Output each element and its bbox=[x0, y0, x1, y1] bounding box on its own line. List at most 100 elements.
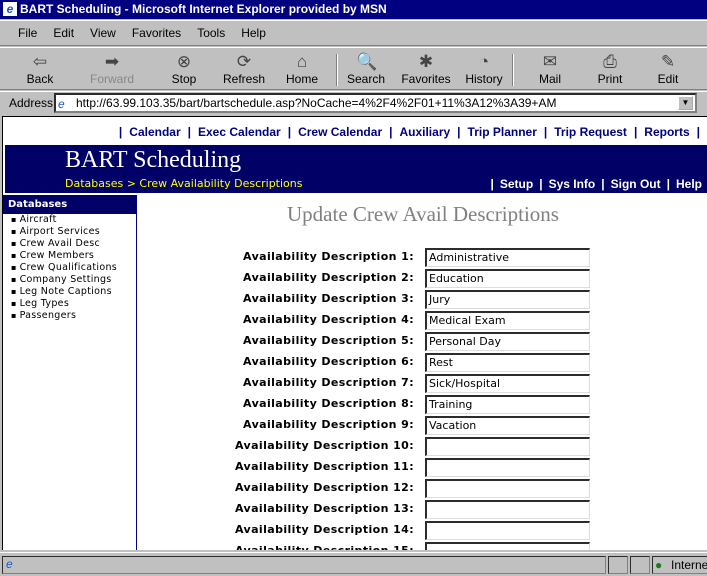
address-label: Address bbox=[9, 96, 54, 110]
mail-button[interactable]: ✉ Mail bbox=[524, 50, 576, 86]
field-label: Availability Description 12: bbox=[234, 481, 414, 494]
nav-divider: | bbox=[633, 125, 638, 139]
stop-icon: ⊗ bbox=[176, 52, 192, 71]
sidebar: Databases AircraftAirport ServicesCrew A… bbox=[3, 195, 137, 550]
nav-link-trip-planner[interactable]: Trip Planner bbox=[468, 125, 537, 139]
nav-divider: | bbox=[539, 177, 543, 191]
banner-link-sign-out[interactable]: Sign Out bbox=[611, 177, 661, 191]
sidebar-item-crew-avail-desc[interactable]: Crew Avail Desc bbox=[3, 238, 136, 250]
banner: BART Scheduling Databases > Crew Availab… bbox=[5, 145, 707, 193]
web-page: | Calendar | Exec Calendar | Crew Calendar | Au… bbox=[2, 116, 707, 550]
mail-label: Mail bbox=[538, 72, 561, 86]
availability-description-7-input[interactable]: Sick/Hospital bbox=[425, 374, 590, 393]
sidebar-item-crew-members[interactable]: Crew Members bbox=[3, 250, 136, 262]
nav-divider: | bbox=[601, 177, 605, 191]
availability-description-12-input[interactable] bbox=[425, 479, 590, 498]
sidebar-item-company-settings[interactable]: Company Settings bbox=[3, 274, 136, 286]
nav-divider: | bbox=[490, 177, 494, 191]
edit-button[interactable]: ✎ Edit bbox=[642, 50, 694, 86]
banner-link-help[interactable]: Help bbox=[676, 177, 702, 191]
security-zone: ● Internet bbox=[652, 556, 707, 574]
nav-link-auxiliary[interactable]: Auxiliary bbox=[399, 125, 450, 139]
form-row: Availability Description 9: Vacation bbox=[138, 415, 707, 436]
address-bar: Address e http://63.99.103.35/bart/barts… bbox=[0, 91, 707, 113]
menu-view[interactable]: View bbox=[90, 26, 116, 40]
back-label: Back bbox=[26, 72, 54, 86]
edit-icon: ✎ bbox=[660, 52, 676, 71]
sidebar-item-leg-types[interactable]: Leg Types bbox=[3, 298, 136, 310]
nav-link-trip-request[interactable]: Trip Request bbox=[554, 125, 627, 139]
back-button[interactable]: ⇦ Back bbox=[14, 50, 66, 86]
form-row: Availability Description 7: Sick/Hospital bbox=[138, 373, 707, 394]
sidebar-heading: Databases bbox=[3, 195, 136, 214]
availability-description-8-input[interactable]: Training bbox=[425, 395, 590, 414]
field-label: Availability Description 5: bbox=[243, 334, 414, 347]
form-row: Availability Description 10: bbox=[138, 436, 707, 457]
form-row: Availability Description 15: bbox=[138, 541, 707, 550]
availability-description-15-input[interactable] bbox=[425, 542, 590, 550]
address-input[interactable]: e http://63.99.103.35/bart/bartschedule.… bbox=[54, 93, 697, 113]
history-label: History bbox=[465, 72, 503, 86]
nav-link-exec-calendar[interactable]: Exec Calendar bbox=[198, 125, 281, 139]
menu-help[interactable]: Help bbox=[241, 26, 266, 40]
nav-link-reports[interactable]: Reports bbox=[644, 125, 689, 139]
status-text-pane: e bbox=[2, 556, 606, 574]
search-icon: 🔍 bbox=[356, 52, 378, 71]
sidebar-item-aircraft[interactable]: Aircraft bbox=[3, 214, 136, 226]
field-label: Availability Description 14: bbox=[234, 523, 414, 536]
stop-button[interactable]: ⊗ Stop bbox=[158, 50, 210, 86]
zone-label: Internet bbox=[671, 558, 707, 572]
search-button[interactable]: 🔍 Search bbox=[340, 50, 392, 86]
stop-label: Stop bbox=[171, 72, 197, 86]
favorites-button[interactable]: ✱ Favorites bbox=[400, 50, 452, 86]
form-row: Availability Description 4: Medical Exam bbox=[138, 310, 707, 331]
print-icon: ⎙ bbox=[603, 52, 617, 71]
field-label: Availability Description 8: bbox=[243, 397, 414, 410]
sidebar-item-leg-note-captions[interactable]: Leg Note Captions bbox=[3, 286, 136, 298]
globe-icon: ● bbox=[655, 558, 663, 572]
sidebar-item-airport-services[interactable]: Airport Services bbox=[3, 226, 136, 238]
home-label: Home bbox=[285, 72, 318, 86]
availability-description-4-input[interactable]: Medical Exam bbox=[425, 311, 590, 330]
app-title: BART Scheduling bbox=[65, 147, 242, 173]
nav-link-calendar[interactable]: Calendar bbox=[129, 125, 180, 139]
menu-bar: File Edit View Favorites Tools Help bbox=[0, 20, 707, 46]
menu-tools[interactable]: Tools bbox=[197, 26, 225, 40]
home-button[interactable]: ⌂ Home bbox=[276, 50, 328, 86]
ie-logo-icon: e bbox=[3, 2, 17, 16]
field-label: Availability Description 6: bbox=[243, 355, 414, 368]
banner-link-sys-info[interactable]: Sys Info bbox=[549, 177, 596, 191]
nav-divider: | bbox=[696, 125, 700, 139]
availability-description-11-input[interactable] bbox=[425, 458, 590, 477]
availability-description-2-input[interactable]: Education bbox=[425, 269, 590, 288]
availability-description-3-input[interactable]: Jury bbox=[425, 290, 590, 309]
field-label: Availability Description 4: bbox=[243, 313, 414, 326]
availability-description-5-input[interactable]: Personal Day bbox=[425, 332, 590, 351]
availability-description-6-input[interactable]: Rest bbox=[425, 353, 590, 372]
sidebar-item-passengers[interactable]: Passengers bbox=[3, 310, 136, 322]
home-icon: ⌂ bbox=[296, 52, 308, 71]
menu-edit[interactable]: Edit bbox=[53, 26, 74, 40]
sidebar-item-crew-qualifications[interactable]: Crew Qualifications bbox=[3, 262, 136, 274]
nav-link-crew-calendar[interactable]: Crew Calendar bbox=[298, 125, 382, 139]
availability-description-14-input[interactable] bbox=[425, 521, 590, 540]
forward-label: Forward bbox=[89, 72, 134, 86]
menu-favorites[interactable]: Favorites bbox=[132, 26, 181, 40]
availability-description-10-input[interactable] bbox=[425, 437, 590, 456]
menu-file[interactable]: File bbox=[18, 26, 37, 40]
banner-link-setup[interactable]: Setup bbox=[500, 177, 533, 191]
availability-description-13-input[interactable] bbox=[425, 500, 590, 519]
history-button[interactable]: ◔ History bbox=[458, 50, 510, 86]
top-nav: | Calendar | Exec Calendar | Crew Calendar | Au… bbox=[112, 125, 707, 139]
refresh-button[interactable]: ⟳ Refresh bbox=[218, 50, 270, 86]
toolbar: ⇦ Back ➡ Forward ⊗ Stop ⟳ Refresh ⌂ Home 🔍 Search ✱ F… bbox=[0, 47, 707, 90]
form-row: Availability Description 5: Personal Day bbox=[138, 331, 707, 352]
address-dropdown-button[interactable]: ▼ bbox=[678, 96, 693, 110]
forward-button[interactable]: ➡ Forward bbox=[86, 50, 138, 86]
print-button[interactable]: ⎙ Print bbox=[584, 50, 636, 86]
availability-description-1-input[interactable]: Administrative bbox=[425, 248, 590, 267]
nav-divider: | bbox=[389, 125, 393, 139]
field-label: Availability Description 3: bbox=[243, 292, 414, 305]
form-row: Availability Description 11: bbox=[138, 457, 707, 478]
availability-description-9-input[interactable]: Vacation bbox=[425, 416, 590, 435]
